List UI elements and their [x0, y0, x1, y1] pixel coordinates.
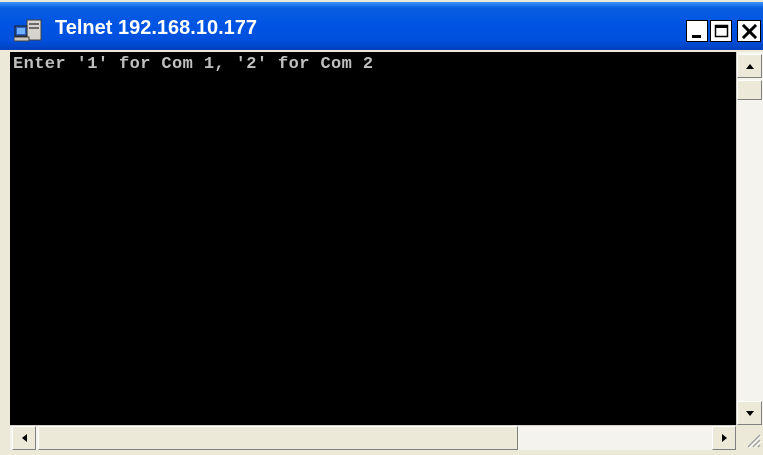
minimize-icon — [692, 35, 701, 38]
scroll-left-button[interactable] — [12, 426, 36, 450]
minimize-button[interactable] — [686, 20, 708, 42]
vertical-scroll-thumb[interactable] — [737, 80, 762, 100]
scroll-down-button[interactable] — [737, 401, 762, 425]
maximize-icon — [714, 24, 729, 38]
arrow-up-icon — [746, 64, 754, 69]
arrow-left-icon — [22, 434, 27, 442]
vertical-scrollbar[interactable] — [736, 52, 763, 425]
resize-grip[interactable] — [736, 425, 763, 450]
scroll-up-button[interactable] — [737, 54, 762, 78]
telnet-computer-icon[interactable] — [13, 19, 44, 43]
console-output[interactable]: Enter '1' for Com 1, '2' for Com 2 — [10, 52, 736, 425]
scroll-right-button[interactable] — [712, 426, 736, 450]
arrow-right-icon — [722, 434, 727, 442]
arrow-down-icon — [746, 411, 754, 416]
close-icon — [741, 23, 758, 40]
horizontal-scroll-thumb[interactable] — [38, 426, 518, 450]
horizontal-scrollbar[interactable] — [10, 425, 736, 450]
window-title: Telnet 192.168.10.177 — [55, 17, 257, 39]
title-bar[interactable]: Telnet 192.168.10.177 — [0, 2, 763, 50]
telnet-window: Telnet 192.168.10.177 Enter '1' for Com … — [0, 0, 763, 454]
maximize-button[interactable] — [710, 20, 732, 42]
resize-grip-icon — [747, 434, 762, 449]
console-line: Enter '1' for Com 1, '2' for Com 2 — [13, 55, 374, 74]
close-button[interactable] — [737, 20, 761, 42]
